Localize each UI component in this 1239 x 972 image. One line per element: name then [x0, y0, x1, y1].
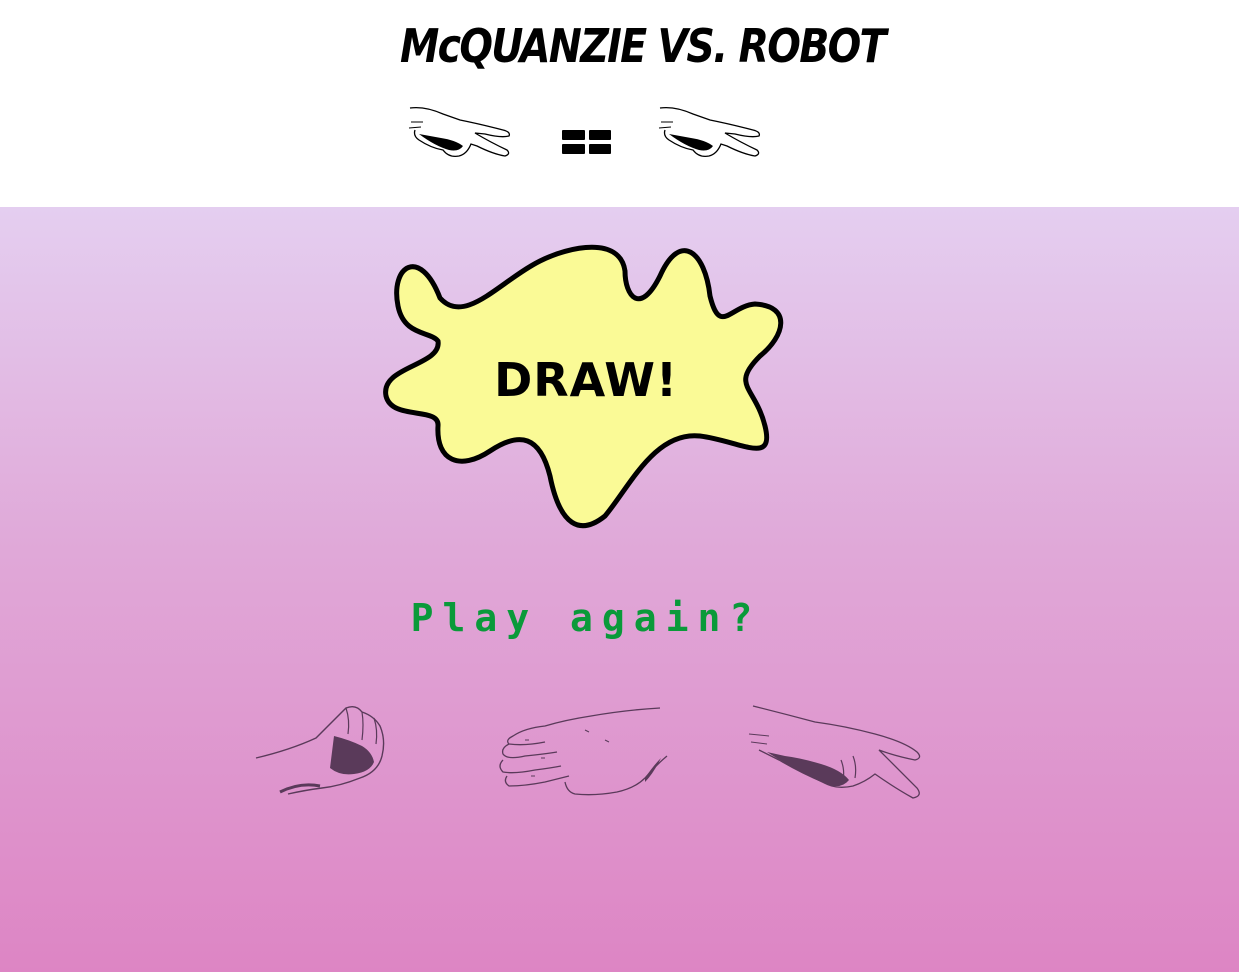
play-again-button[interactable]: Play again?: [380, 592, 792, 644]
rock-choice-button[interactable]: [250, 700, 390, 810]
equals-icon: [558, 126, 614, 158]
header: McQUANZIE VS. ROBOT: [0, 0, 1239, 207]
paper-choice-button[interactable]: [495, 700, 675, 810]
result-text: DRAW!: [494, 353, 678, 407]
paper-hand-icon: [499, 707, 668, 796]
robot-scissors-hand-icon: [655, 100, 765, 166]
scissors-hand-icon: [748, 705, 921, 799]
scissors-choice-button[interactable]: [745, 700, 930, 810]
page-title: McQUANZIE VS. ROBOT: [400, 19, 887, 73]
player-scissors-hand-icon: [405, 100, 515, 166]
rock-hand-icon: [255, 705, 385, 795]
